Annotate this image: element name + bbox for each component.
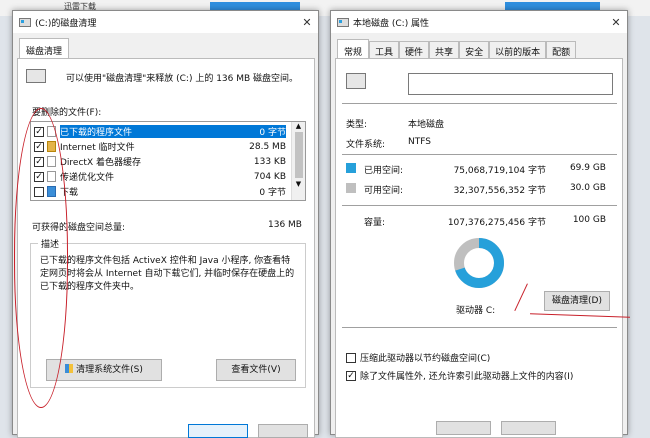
capacity-bytes: 107,376,275,456 字节 (447, 218, 546, 228)
free-bytes: 32,307,556,352 字节 (453, 186, 546, 196)
volume-name-input[interactable] (408, 73, 613, 95)
clean-system-files-label: 清理系统文件(S) (76, 365, 143, 375)
general-panel: 类型: 本地磁盘 文件系统: NTFS 已用空间: 75,068,719,104… (335, 58, 623, 438)
disk-cleanup-button[interactable]: 磁盘清理(D) (544, 291, 610, 311)
drive-large-icon (346, 73, 366, 89)
cancel-button[interactable] (501, 421, 556, 435)
cleanup-titlebar[interactable]: (C:)的磁盘清理 ✕ (13, 11, 318, 33)
cleanup-title: (C:)的磁盘清理 (35, 18, 97, 29)
properties-titlebar[interactable]: 本地磁盘 (C:) 属性 ✕ (331, 11, 627, 33)
list-item[interactable]: ✓ 已下载的程序文件 0 字节 (34, 124, 286, 139)
index-label: 除了文件属性外, 还允许索引此驱动器上文件的内容(I) (360, 372, 574, 382)
list-item[interactable]: ✓ Internet 临时文件 28.5 MB (34, 139, 286, 154)
ok-button[interactable] (436, 421, 491, 435)
file-size: 0 字节 (236, 125, 286, 138)
drive-label: 驱动器 C: (456, 306, 496, 316)
used-label: 已用空间: (364, 166, 404, 176)
file-size: 704 KB (253, 171, 286, 182)
total-value: 136 MB (268, 220, 302, 230)
used-legend-swatch (346, 163, 356, 173)
usage-donut-chart (454, 238, 504, 288)
ok-button[interactable] (188, 424, 248, 438)
tab-disk-cleanup[interactable]: 磁盘清理 (19, 38, 70, 60)
divider (342, 103, 617, 104)
free-gb: 30.0 GB (569, 183, 606, 193)
file-name: 已下载的程序文件 (60, 125, 236, 138)
properties-window: 本地磁盘 (C:) 属性 ✕ 常规 工具 硬件 共享 安全 以前的版本 配额 类… (330, 10, 628, 438)
file-name: 下载 (60, 188, 79, 198)
close-icon[interactable]: ✕ (296, 16, 318, 29)
used-bytes: 75,068,719,104 字节 (453, 166, 546, 176)
compress-label: 压缩此驱动器以节约磁盘空间(C) (360, 354, 491, 364)
file-size: 133 KB (253, 156, 286, 167)
used-gb: 69.9 GB (569, 163, 606, 173)
list-item[interactable]: 下载 0 字节 (34, 184, 286, 199)
description-text: 已下载的程序文件包括 ActiveX 控件和 Java 小程序, 你查看特定网页… (40, 256, 295, 292)
shield-icon (65, 364, 74, 373)
type-value: 本地磁盘 (408, 120, 445, 130)
capacity-gb: 100 GB (572, 215, 606, 225)
drive-icon (337, 17, 349, 27)
view-files-button[interactable]: 查看文件(V) (216, 359, 296, 381)
cleanup-intro: 可以使用"磁盘清理"来释放 (C:) 上的 136 MB 磁盘空间。 (66, 74, 299, 84)
cancel-button[interactable] (258, 424, 308, 438)
scrollbar[interactable]: ▲ ▼ (291, 122, 305, 200)
red-annotation-circle (14, 108, 68, 408)
divider (342, 205, 617, 206)
divider (342, 154, 617, 155)
file-size: 0 字节 (259, 188, 286, 198)
file-name: 传递优化文件 (60, 173, 115, 183)
drive-cleanup-icon (26, 69, 46, 83)
list-item[interactable]: ✓ 传递优化文件 704 KB (34, 169, 286, 184)
properties-title: 本地磁盘 (C:) 属性 (353, 18, 430, 29)
file-name: Internet 临时文件 (60, 143, 135, 153)
file-size: 28.5 MB (249, 141, 286, 152)
list-item[interactable]: ✓ DirectX 着色器缓存 133 KB (34, 154, 286, 169)
index-checkbox[interactable]: ✓ (346, 370, 356, 381)
file-name: DirectX 着色器缓存 (60, 158, 141, 168)
filesystem-value: NTFS (408, 137, 431, 147)
filesystem-label: 文件系统: (346, 140, 386, 150)
index-option[interactable]: ✓ 除了文件属性外, 还允许索引此驱动器上文件的内容(I) (346, 369, 573, 382)
clean-system-files-button[interactable]: 清理系统文件(S) (46, 359, 162, 381)
files-list[interactable]: ✓ 已下载的程序文件 0 字节 ✓ Internet 临时文件 28.5 MB … (30, 121, 306, 201)
free-label: 可用空间: (364, 186, 404, 196)
compress-checkbox[interactable] (346, 352, 356, 363)
free-legend-swatch (346, 183, 356, 193)
divider (342, 327, 617, 328)
capacity-label: 容量: (364, 218, 386, 228)
close-icon[interactable]: ✕ (605, 16, 627, 29)
drive-icon (19, 17, 31, 27)
compress-option[interactable]: 压缩此驱动器以节约磁盘空间(C) (346, 351, 490, 364)
type-label: 类型: (346, 120, 368, 130)
